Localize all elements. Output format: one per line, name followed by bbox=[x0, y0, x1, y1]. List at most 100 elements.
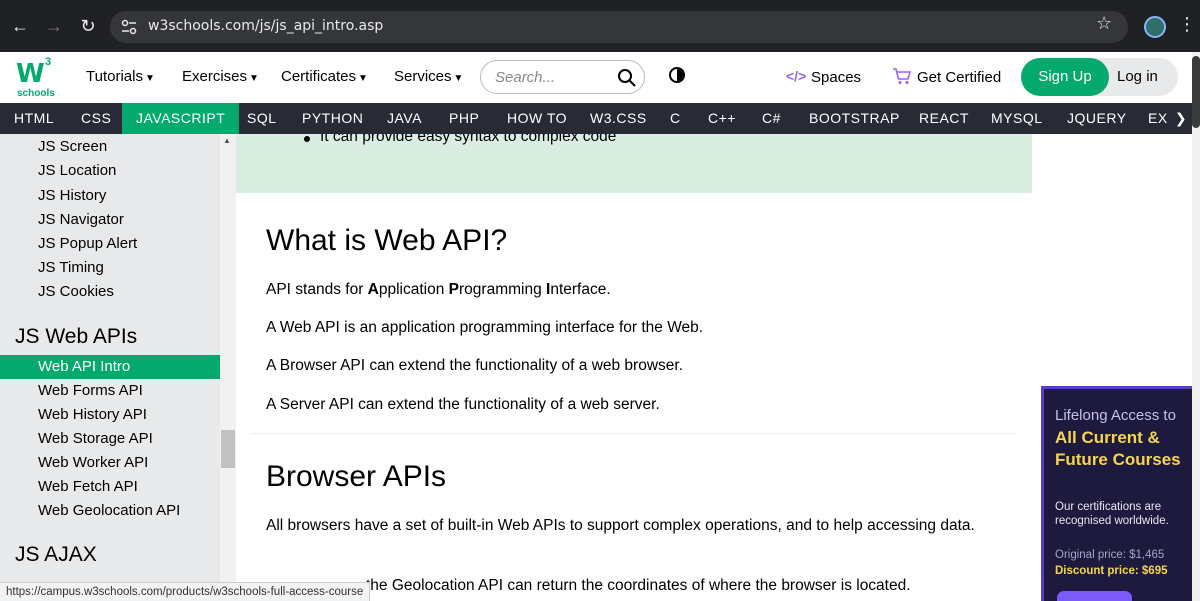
language-nav: HTML CSS JAVASCRIPT SQL PYTHON JAVA PHP … bbox=[0, 103, 1192, 134]
address-bar[interactable]: w3schools.com/js/js_api_intro.asp bbox=[110, 11, 1128, 43]
sidebar-item-web-api-intro[interactable]: Web API Intro bbox=[0, 355, 220, 379]
sidebar-item-web-storage-api[interactable]: Web Storage API bbox=[0, 427, 220, 451]
lang-howto[interactable]: HOW TO bbox=[493, 103, 581, 134]
ad-cta-button[interactable] bbox=[1057, 591, 1132, 601]
sidebar-item-js-navigator[interactable]: JS Navigator bbox=[0, 208, 220, 232]
search-placeholder: Search... bbox=[495, 69, 556, 86]
caret-down-icon: ▼ bbox=[144, 73, 155, 84]
cart-icon bbox=[893, 68, 912, 84]
page-scrollbar-thumb[interactable] bbox=[1192, 56, 1200, 128]
paragraph-geolocation-example: the Geolocation API can return the coord… bbox=[366, 577, 911, 594]
get-certified-link[interactable]: Get Certified bbox=[917, 69, 1001, 86]
bookmark-star-icon[interactable]: ☆ bbox=[1096, 13, 1112, 34]
sidebar-heading-js-ajax: JS AJAX bbox=[15, 543, 97, 566]
text-span: rogramming bbox=[459, 281, 547, 298]
sidebar-scrollbar[interactable]: ▲ bbox=[220, 134, 236, 601]
note-list-item: It can provide easy syntax to complex co… bbox=[320, 134, 617, 145]
nav-next-arrow-icon[interactable]: ❯ bbox=[1170, 103, 1192, 134]
nav-exercises[interactable]: Exercises ▼ bbox=[182, 68, 259, 85]
main-content: It can provide easy syntax to complex co… bbox=[236, 134, 1032, 601]
heading-what-is-web-api: What is Web API? bbox=[266, 224, 508, 257]
reload-icon[interactable]: ↻ bbox=[76, 14, 100, 38]
lang-python[interactable]: PYTHON bbox=[288, 103, 377, 134]
bullet-icon bbox=[304, 136, 310, 142]
divider bbox=[250, 433, 1016, 434]
nav-certificates-label: Certificates bbox=[281, 68, 357, 85]
caret-down-icon: ▼ bbox=[453, 73, 464, 84]
logo-schools: schools bbox=[17, 88, 55, 99]
caret-down-icon: ▼ bbox=[358, 73, 368, 84]
paragraph-api-stands-for: API stands for Application Programming I… bbox=[266, 279, 986, 301]
dark-mode-toggle-icon[interactable] bbox=[669, 67, 685, 83]
nav-tutorials-label: Tutorials bbox=[86, 68, 143, 85]
text-span: pplication bbox=[378, 281, 449, 298]
ad-original-price: Original price: $1,465 bbox=[1055, 549, 1165, 561]
sidebar: JS Screen JS Location JS History JS Navi… bbox=[0, 134, 220, 601]
code-icon: </> bbox=[786, 68, 807, 84]
lang-javascript[interactable]: JAVASCRIPT bbox=[122, 103, 240, 134]
caret-down-icon: ▼ bbox=[249, 73, 259, 84]
lang-bootstrap[interactable]: BOOTSTRAP bbox=[795, 103, 914, 134]
nav-tutorials[interactable]: Tutorials ▼ bbox=[86, 68, 155, 85]
nav-services-label: Services bbox=[394, 68, 452, 85]
browser-toolbar: ← → ↻ w3schools.com/js/js_api_intro.asp … bbox=[0, 0, 1200, 52]
lang-java[interactable]: JAVA bbox=[373, 103, 436, 134]
site-topbar: W 3 schools Tutorials ▼ Exercises ▼ Certif… bbox=[0, 52, 1192, 103]
sidebar-item-web-geolocation-api[interactable]: Web Geolocation API bbox=[0, 499, 220, 523]
browser-menu-icon[interactable]: ⋮ bbox=[1178, 14, 1196, 35]
lang-w3css[interactable]: W3.CSS bbox=[576, 103, 661, 134]
lang-cpp[interactable]: C++ bbox=[694, 103, 750, 134]
sign-up-button[interactable]: Sign Up bbox=[1021, 58, 1109, 96]
paragraph-web-api: A Web API is an application programming … bbox=[266, 319, 704, 336]
text-span: nterface. bbox=[550, 281, 611, 298]
lang-c[interactable]: C bbox=[656, 103, 695, 134]
lang-jquery[interactable]: JQUERY bbox=[1053, 103, 1141, 134]
nav-services[interactable]: Services ▼ bbox=[394, 68, 463, 85]
ad-headline: All Current & Future Courses bbox=[1055, 428, 1181, 469]
page-scrollbar[interactable] bbox=[1192, 52, 1200, 601]
lang-csharp[interactable]: C# bbox=[748, 103, 795, 134]
sidebar-item-web-fetch-api[interactable]: Web Fetch API bbox=[0, 475, 220, 499]
ad-line1: Lifelong Access to bbox=[1055, 407, 1176, 424]
logo-w: W bbox=[16, 59, 45, 89]
site-settings-icon[interactable] bbox=[120, 18, 138, 36]
sidebar-item-js-location[interactable]: JS Location bbox=[0, 159, 220, 183]
scroll-up-arrow-icon[interactable]: ▲ bbox=[223, 136, 231, 145]
w3schools-logo[interactable]: W 3 schools bbox=[14, 56, 58, 99]
log-in-button[interactable]: Log in bbox=[1117, 58, 1167, 96]
profile-avatar[interactable] bbox=[1144, 16, 1166, 38]
lang-mysql[interactable]: MYSQL bbox=[977, 103, 1057, 134]
link-status-bar: https://campus.w3schools.com/products/w3… bbox=[0, 582, 371, 601]
sidebar-heading-web-apis: JS Web APIs bbox=[15, 325, 138, 348]
url-text[interactable]: w3schools.com/js/js_api_intro.asp bbox=[148, 18, 383, 34]
paragraph-browser-api: A Browser API can extend the functionali… bbox=[266, 357, 684, 374]
bold-letter: A bbox=[367, 281, 379, 298]
nav-certificates[interactable]: Certificates ▼ bbox=[281, 68, 368, 85]
sidebar-item-js-screen[interactable]: JS Screen bbox=[0, 135, 220, 159]
lang-react[interactable]: REACT bbox=[905, 103, 983, 134]
heading-browser-apis: Browser APIs bbox=[266, 460, 447, 493]
sidebar-item-js-history[interactable]: JS History bbox=[0, 184, 220, 208]
sidebar-item-web-forms-api[interactable]: Web Forms API bbox=[0, 379, 220, 403]
forward-icon[interactable]: → bbox=[42, 14, 66, 38]
sidebar-item-web-worker-api[interactable]: Web Worker API bbox=[0, 451, 220, 475]
spaces-link[interactable]: Spaces bbox=[811, 69, 861, 86]
nav-exercises-label: Exercises bbox=[182, 68, 248, 85]
lang-sql[interactable]: SQL bbox=[233, 103, 291, 134]
lang-css[interactable]: CSS bbox=[67, 103, 125, 134]
sidebar-scrollbar-thumb[interactable] bbox=[221, 430, 235, 468]
sidebar-item-js-popup-alert[interactable]: JS Popup Alert bbox=[0, 232, 220, 256]
logo-sup: 3 bbox=[45, 56, 52, 68]
search-icon[interactable] bbox=[617, 68, 637, 88]
bold-letter: P bbox=[448, 281, 460, 298]
text-span: API stands for bbox=[266, 281, 368, 298]
lang-html[interactable]: HTML bbox=[0, 103, 68, 134]
ad-certifications-text: Our certifications are recognised worldw… bbox=[1055, 501, 1169, 527]
search-input[interactable]: Search... bbox=[480, 60, 645, 94]
sidebar-item-web-history-api[interactable]: Web History API bbox=[0, 403, 220, 427]
course-ad[interactable]: Lifelong Access to All Current & Future … bbox=[1041, 386, 1192, 601]
sidebar-item-js-timing[interactable]: JS Timing bbox=[0, 256, 220, 280]
sidebar-item-js-cookies[interactable]: JS Cookies bbox=[0, 280, 220, 304]
lang-php[interactable]: PHP bbox=[435, 103, 493, 134]
back-icon[interactable]: ← bbox=[8, 14, 32, 38]
